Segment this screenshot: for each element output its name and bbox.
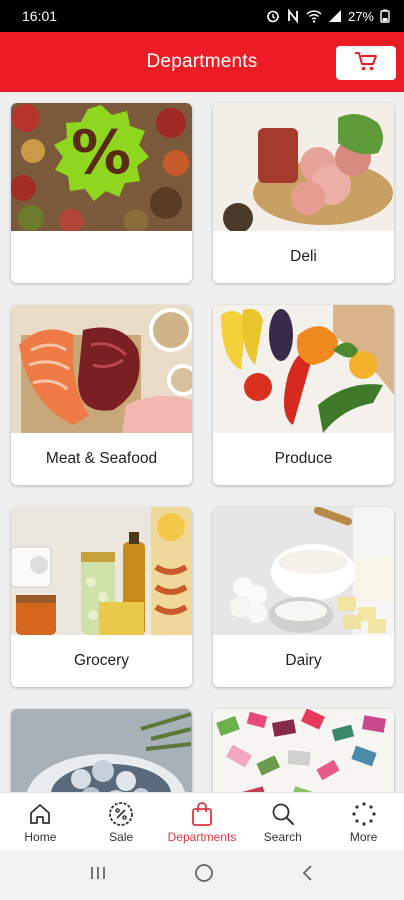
search-icon <box>271 801 295 827</box>
department-card-grocery[interactable]: Grocery <box>11 507 192 687</box>
app-header: Departments <box>0 32 404 92</box>
status-time: 16:01 <box>22 8 58 24</box>
nfc-icon <box>286 9 300 23</box>
home-icon <box>28 801 52 827</box>
alarm-icon <box>266 9 280 23</box>
bottom-nav: Home Sale Departments Search More <box>0 792 404 850</box>
department-image <box>213 103 394 231</box>
department-card-meat-seafood[interactable]: Meat & Seafood <box>11 305 192 485</box>
department-card-sale[interactable]: % <box>11 103 192 283</box>
signal-icon <box>328 9 342 23</box>
department-card-dairy[interactable]: Dairy <box>213 507 394 687</box>
cart-icon <box>354 50 378 77</box>
department-card-produce[interactable]: Produce <box>213 305 394 485</box>
nav-search-label: Search <box>263 830 302 844</box>
department-label: Dairy <box>285 652 322 669</box>
cart-button[interactable] <box>336 46 396 80</box>
department-label: Meat & Seafood <box>45 450 158 467</box>
department-image <box>213 305 394 433</box>
more-icon <box>351 801 377 827</box>
department-card-deli[interactable]: Deli <box>213 103 394 283</box>
nav-search[interactable]: Search <box>242 793 323 850</box>
department-label: Grocery <box>73 652 130 669</box>
departments-grid: % Deli Meat & Seafood Produce Grocery Da… <box>0 92 404 792</box>
department-label: Deli <box>290 248 317 265</box>
nav-departments-label: Departments <box>167 830 237 844</box>
department-image <box>11 507 192 635</box>
system-nav-bar <box>0 850 404 900</box>
sale-icon <box>108 801 134 827</box>
wifi-icon <box>306 9 322 23</box>
home-button[interactable] <box>193 862 215 889</box>
sale-badge-symbol: % <box>71 118 131 188</box>
bag-icon <box>190 801 214 827</box>
page-title: Departments <box>146 51 258 72</box>
department-label <box>11 231 192 283</box>
back-button[interactable] <box>300 863 316 888</box>
nav-more[interactable]: More <box>323 793 404 850</box>
nav-home-label: Home <box>24 830 57 844</box>
recent-apps-button[interactable] <box>88 864 108 887</box>
department-image <box>213 709 394 792</box>
battery-icon <box>380 9 390 23</box>
status-icons: 27% <box>266 9 390 24</box>
nav-home[interactable]: Home <box>0 793 81 850</box>
status-bar: 16:01 27% <box>0 0 404 32</box>
battery-text: 27% <box>347 8 374 24</box>
department-image: % <box>11 103 192 231</box>
department-label: Produce <box>274 450 333 467</box>
department-image <box>213 507 394 635</box>
department-card-frozen[interactable] <box>11 709 192 792</box>
department-card-candy[interactable] <box>213 709 394 792</box>
department-image <box>11 305 192 433</box>
nav-more-label: More <box>349 830 378 844</box>
nav-sale[interactable]: Sale <box>81 793 162 850</box>
nav-sale-label: Sale <box>109 830 134 844</box>
nav-departments[interactable]: Departments <box>162 793 243 850</box>
department-image <box>11 709 192 792</box>
